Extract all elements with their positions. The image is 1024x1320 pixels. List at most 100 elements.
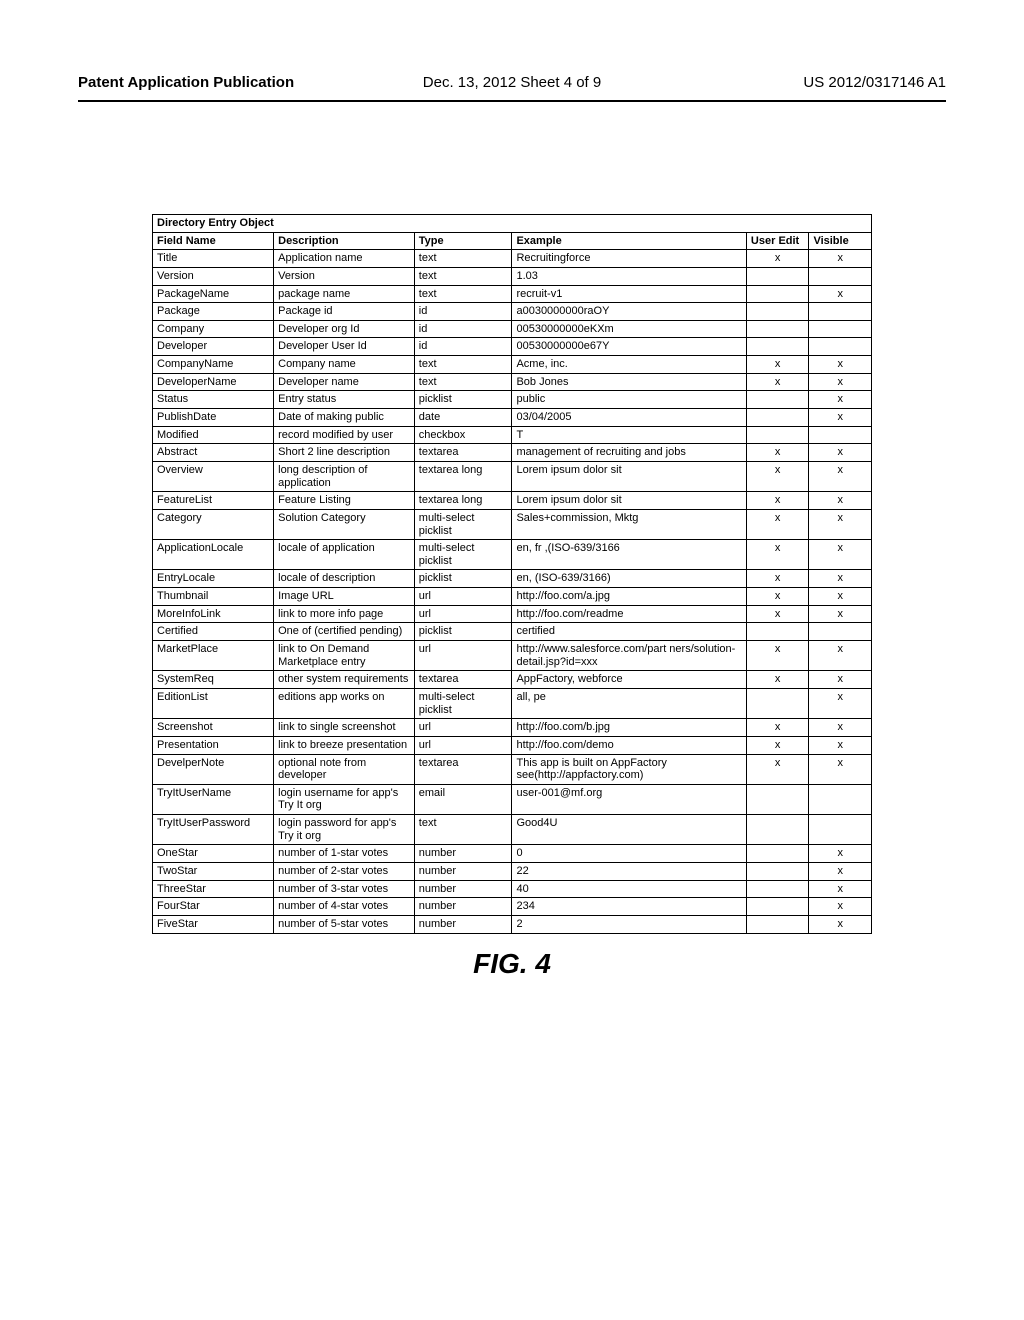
cell-type: picklist <box>414 623 512 641</box>
cell-user-edit: x <box>746 492 809 510</box>
cell-description: record modified by user <box>274 426 415 444</box>
cell-type: date <box>414 409 512 427</box>
cell-user-edit <box>746 862 809 880</box>
cell-description: login username for app's Try It org <box>274 784 415 814</box>
cell-example: This app is built on AppFactory see(http… <box>512 754 746 784</box>
cell-description: login password for app's Try it org <box>274 815 415 845</box>
cell-visible: x <box>809 671 872 689</box>
cell-field-name: Certified <box>153 623 274 641</box>
cell-example: public <box>512 391 746 409</box>
cell-example: http://foo.com/readme <box>512 605 746 623</box>
cell-field-name: CompanyName <box>153 356 274 374</box>
cell-description: link to more info page <box>274 605 415 623</box>
cell-user-edit <box>746 303 809 321</box>
cell-example: management of recruiting and jobs <box>512 444 746 462</box>
cell-example: Sales+commission, Mktg <box>512 509 746 539</box>
cell-type: id <box>414 303 512 321</box>
cell-type: text <box>414 373 512 391</box>
cell-type: number <box>414 862 512 880</box>
cell-user-edit <box>746 267 809 285</box>
cell-field-name: Status <box>153 391 274 409</box>
cell-visible: x <box>809 862 872 880</box>
table-row: CategorySolution Categorymulti-select pi… <box>153 509 872 539</box>
cell-type: url <box>414 719 512 737</box>
cell-user-edit <box>746 815 809 845</box>
cell-description: Application name <box>274 250 415 268</box>
table-row: DeveloperDeveloper User Idid00530000000e… <box>153 338 872 356</box>
header-center: Dec. 13, 2012 Sheet 4 of 9 <box>0 74 1024 91</box>
cell-type: number <box>414 915 512 933</box>
table-row: MarketPlacelink to On Demand Marketplace… <box>153 641 872 671</box>
cell-visible: x <box>809 688 872 718</box>
cell-user-edit: x <box>746 461 809 491</box>
cell-visible <box>809 338 872 356</box>
cell-example: all, pe <box>512 688 746 718</box>
cell-visible: x <box>809 605 872 623</box>
table-row: Modifiedrecord modified by usercheckboxT <box>153 426 872 444</box>
cell-type: text <box>414 285 512 303</box>
col-type: Type <box>414 232 512 250</box>
cell-example: en, fr ,(ISO-639/3166 <box>512 540 746 570</box>
cell-visible: x <box>809 915 872 933</box>
cell-user-edit <box>746 898 809 916</box>
cell-type: textarea long <box>414 492 512 510</box>
cell-user-edit <box>746 915 809 933</box>
cell-user-edit <box>746 285 809 303</box>
cell-visible: x <box>809 880 872 898</box>
cell-description: Solution Category <box>274 509 415 539</box>
cell-description: Package id <box>274 303 415 321</box>
cell-visible: x <box>809 356 872 374</box>
cell-description: link to single screenshot <box>274 719 415 737</box>
cell-visible: x <box>809 373 872 391</box>
cell-visible: x <box>809 570 872 588</box>
cell-type: textarea <box>414 444 512 462</box>
cell-type: text <box>414 250 512 268</box>
col-description: Description <box>274 232 415 250</box>
cell-example: http://foo.com/a.jpg <box>512 588 746 606</box>
table-row: Presentationlink to breeze presentationu… <box>153 736 872 754</box>
cell-type: picklist <box>414 391 512 409</box>
table-header-row: Field Name Description Type Example User… <box>153 232 872 250</box>
cell-visible <box>809 426 872 444</box>
cell-description: Date of making public <box>274 409 415 427</box>
table-row: TryItUserPasswordlogin password for app'… <box>153 815 872 845</box>
cell-visible <box>809 623 872 641</box>
cell-example: T <box>512 426 746 444</box>
table-row: VersionVersiontext1.03 <box>153 267 872 285</box>
cell-description: Developer org Id <box>274 320 415 338</box>
cell-type: number <box>414 880 512 898</box>
cell-user-edit <box>746 320 809 338</box>
table-row: TryItUserNamelogin username for app's Tr… <box>153 784 872 814</box>
cell-field-name: Abstract <box>153 444 274 462</box>
cell-visible <box>809 303 872 321</box>
table-row: CompanyDeveloper org Idid00530000000eKXm <box>153 320 872 338</box>
cell-type: textarea long <box>414 461 512 491</box>
cell-visible: x <box>809 492 872 510</box>
cell-example: 22 <box>512 862 746 880</box>
cell-type: text <box>414 267 512 285</box>
cell-field-name: Developer <box>153 338 274 356</box>
cell-type: url <box>414 736 512 754</box>
cell-type: multi-select picklist <box>414 540 512 570</box>
cell-example: Lorem ipsum dolor sit <box>512 492 746 510</box>
cell-description: locale of application <box>274 540 415 570</box>
cell-user-edit: x <box>746 540 809 570</box>
cell-field-name: Version <box>153 267 274 285</box>
cell-description: Short 2 line description <box>274 444 415 462</box>
cell-description: number of 2-star votes <box>274 862 415 880</box>
cell-user-edit: x <box>746 509 809 539</box>
cell-field-name: Category <box>153 509 274 539</box>
cell-example: 2 <box>512 915 746 933</box>
cell-user-edit: x <box>746 605 809 623</box>
cell-visible: x <box>809 540 872 570</box>
table-row: MoreInfoLinklink to more info pageurlhtt… <box>153 605 872 623</box>
cell-field-name: PublishDate <box>153 409 274 427</box>
cell-type: email <box>414 784 512 814</box>
cell-field-name: Modified <box>153 426 274 444</box>
cell-example: Bob Jones <box>512 373 746 391</box>
cell-description: Company name <box>274 356 415 374</box>
cell-visible <box>809 267 872 285</box>
cell-description: other system requirements <box>274 671 415 689</box>
table-row: PublishDateDate of making publicdate03/0… <box>153 409 872 427</box>
cell-example: a0030000000raOY <box>512 303 746 321</box>
